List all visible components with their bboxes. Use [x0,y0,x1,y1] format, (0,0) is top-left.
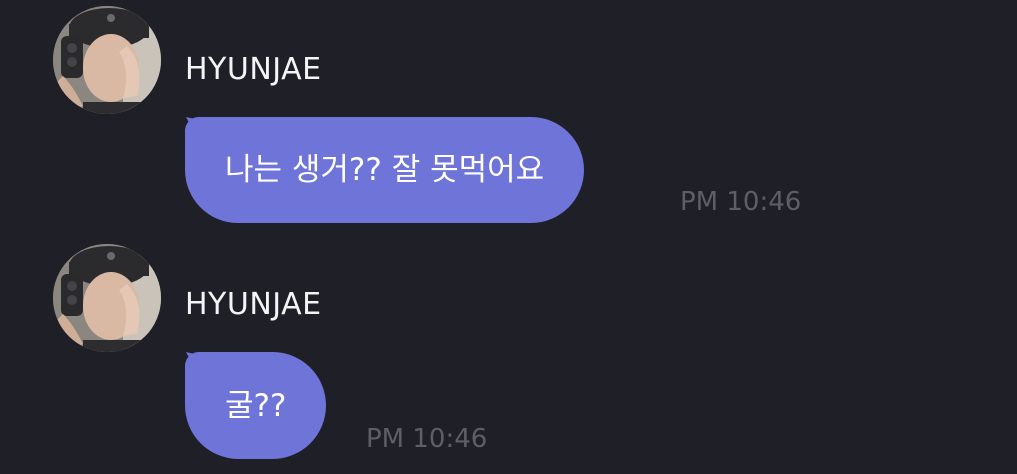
message-timestamp: PM 10:46 [366,424,488,454]
message-group: HYUNJAE 굴?? PM 10:46 [0,0,1017,474]
message-text: 굴?? [225,387,287,424]
message-bubble[interactable]: 굴?? [185,352,327,459]
avatar[interactable] [53,244,161,352]
profile-photo-icon [53,244,161,352]
sender-name: HYUNJAE [185,287,322,322]
